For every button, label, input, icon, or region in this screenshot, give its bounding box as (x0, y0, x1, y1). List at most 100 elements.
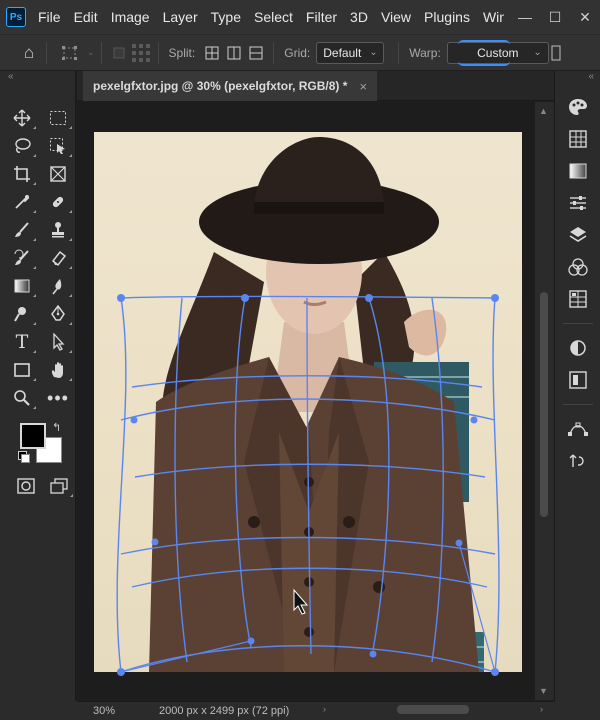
dodge-tool-icon[interactable] (6, 301, 38, 327)
minimize-icon[interactable]: — (510, 0, 540, 34)
path-selection-tool-icon[interactable] (42, 329, 74, 355)
navigator-icon[interactable] (555, 283, 600, 315)
menu-bar: Ps File Edit Image Layer Type Select Fil… (0, 0, 600, 34)
object-selection-tool-icon[interactable] (42, 133, 74, 159)
layers-icon[interactable] (555, 219, 600, 251)
menu-plugins[interactable]: Plugins (424, 9, 470, 25)
brush-tool-icon[interactable] (6, 217, 38, 243)
warp-dropdown[interactable]: Custom ⌄ (446, 39, 549, 66)
foreground-color-swatch[interactable] (20, 423, 46, 449)
warp-orientation-icon[interactable] (549, 42, 563, 64)
default-colors-icon[interactable] (18, 451, 30, 463)
menu-image[interactable]: Image (111, 9, 150, 25)
color-icon[interactable] (555, 91, 600, 123)
crop-tool-icon[interactable] (6, 161, 38, 187)
divider (398, 41, 400, 64)
type-tool-icon[interactable]: T (6, 329, 38, 355)
warp-value: Custom (477, 45, 519, 60)
close-window-icon[interactable]: ✕ (570, 0, 600, 34)
rectangle-tool-icon[interactable] (6, 357, 38, 383)
scroll-up-icon[interactable]: ▲ (539, 106, 548, 116)
reference-point-toggle-icon[interactable] (108, 42, 130, 64)
warp-label: Warp: (409, 45, 441, 60)
lasso-tool-icon[interactable] (6, 133, 38, 159)
split-label: Split: (168, 45, 196, 60)
screen-mode-icon[interactable] (44, 473, 76, 499)
divider (273, 41, 275, 64)
libraries-icon[interactable] (555, 364, 600, 396)
eraser-tool-icon[interactable] (42, 245, 74, 271)
menu-filter[interactable]: Filter (306, 9, 337, 25)
scroll-down-icon[interactable]: ▼ (539, 686, 548, 696)
swatches-icon[interactable] (555, 123, 600, 155)
adjustments-icon[interactable] (555, 187, 600, 219)
vertical-scrollbar[interactable]: ▲ ▼ (535, 102, 554, 700)
divider (46, 41, 47, 64)
history-icon[interactable] (555, 445, 600, 477)
gradients-icon[interactable] (555, 155, 600, 187)
menu-file[interactable]: File (38, 9, 61, 25)
status-menu-arrow-icon[interactable]: › (323, 704, 326, 714)
canvas-area[interactable] (77, 102, 535, 700)
menu-edit[interactable]: Edit (74, 9, 98, 25)
spot-healing-tool-icon[interactable] (42, 189, 74, 215)
color-swatches: ↰ (0, 417, 70, 469)
split-cross-icon[interactable] (201, 42, 223, 64)
expand-panels-icon[interactable]: « (555, 71, 600, 85)
document-tab[interactable]: pexelgfxtor.jpg @ 30% (pexelgfxtor, RGB/… (83, 71, 378, 101)
divider (562, 323, 593, 324)
grid-dropdown[interactable]: Default ⌄ (316, 41, 385, 64)
clone-stamp-tool-icon[interactable] (42, 217, 74, 243)
document-tab-title: pexelgfxtor.jpg @ 30% (pexelgfxtor, RGB/… (93, 79, 348, 93)
split-vertical-icon[interactable] (223, 42, 245, 64)
split-horizontal-icon[interactable] (245, 42, 267, 64)
quick-mask-icon[interactable] (10, 473, 42, 499)
chevron-down-icon: ⌄ (369, 47, 378, 58)
menu-type[interactable]: Type (211, 9, 241, 25)
grid-value: Default (323, 45, 362, 60)
window-controls: — ☐ ✕ (504, 0, 600, 34)
menu-layer[interactable]: Layer (163, 9, 198, 25)
right-panel-dock: « (554, 71, 600, 701)
transform-preset-icon[interactable] (53, 42, 87, 64)
swap-colors-icon[interactable]: ↰ (52, 421, 61, 434)
close-tab-icon[interactable]: × (359, 79, 367, 94)
pen-tool-icon[interactable] (42, 301, 74, 327)
status-bar: 30% 2000 px x 2499 px (72 ppi) (77, 701, 554, 720)
zoom-level[interactable]: 30% (77, 705, 129, 717)
document-info: 2000 px x 2499 px (72 ppi) (159, 705, 290, 717)
more-tools-icon[interactable]: ••• (42, 385, 74, 411)
cursor-icon (293, 588, 309, 615)
chevron-down-icon: ⌄ (533, 47, 542, 58)
blur-tool-icon[interactable] (42, 273, 74, 299)
history-brush-tool-icon[interactable] (6, 245, 38, 271)
divider (157, 41, 159, 64)
paths-icon[interactable] (555, 413, 600, 445)
marquee-tool-icon[interactable] (42, 105, 74, 131)
dock-footer (554, 701, 600, 720)
toolbar-footer (0, 701, 77, 720)
scroll-right-icon[interactable]: › (540, 704, 543, 714)
warp-grid-overlay[interactable] (77, 102, 535, 700)
channels-icon[interactable] (555, 251, 600, 283)
properties-icon[interactable] (555, 332, 600, 364)
scroll-thumb[interactable] (540, 292, 548, 517)
document-tab-bar: pexelgfxtor.jpg @ 30% (pexelgfxtor, RGB/… (77, 71, 554, 101)
home-icon[interactable]: ⌂ (18, 42, 40, 64)
move-tool-icon[interactable] (6, 105, 38, 131)
menu-view[interactable]: View (381, 9, 411, 25)
tools-panel: « T ••• ↰ (0, 71, 76, 701)
menu-select[interactable]: Select (254, 9, 293, 25)
chevron-down-icon[interactable]: ⌄ (87, 47, 95, 58)
menu-3d[interactable]: 3D (350, 9, 368, 25)
hand-tool-icon[interactable] (42, 357, 74, 383)
eyedropper-tool-icon[interactable] (6, 189, 38, 215)
horizontal-scroll-thumb[interactable] (397, 705, 469, 714)
frame-tool-icon[interactable] (42, 161, 74, 187)
zoom-tool-icon[interactable] (6, 385, 38, 411)
collapse-panel-icon[interactable]: « (0, 71, 75, 85)
divider (100, 41, 102, 64)
reference-point-grid-icon[interactable] (130, 42, 152, 64)
gradient-tool-icon[interactable] (6, 273, 38, 299)
maximize-icon[interactable]: ☐ (540, 0, 570, 34)
